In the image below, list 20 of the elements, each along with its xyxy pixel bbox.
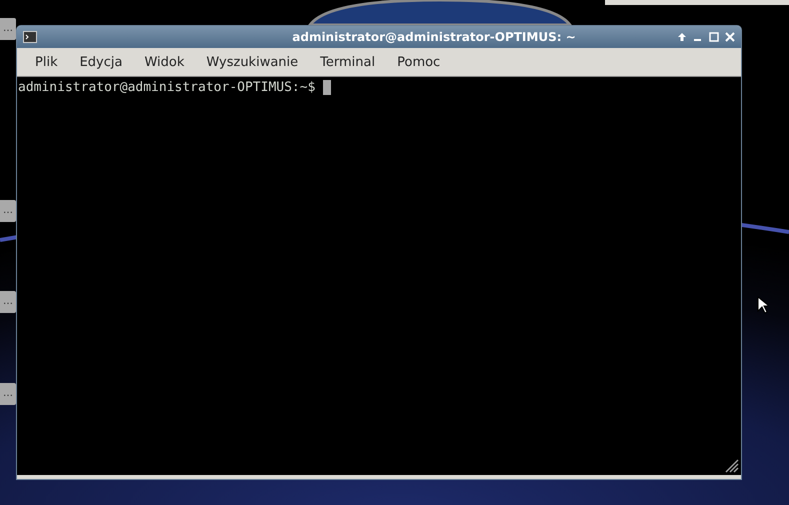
terminal-area[interactable]: administrator@administrator-OPTIMUS:~$	[17, 77, 741, 475]
side-tab[interactable]: …	[0, 383, 16, 405]
text-cursor	[323, 80, 332, 95]
menu-item[interactable]: Edycja	[72, 50, 130, 74]
menu-item[interactable]: Plik	[27, 50, 66, 74]
arrow-up-icon[interactable]	[677, 32, 687, 42]
side-tab[interactable]: …	[0, 18, 16, 40]
side-tab[interactable]: …	[0, 291, 16, 313]
side-tab[interactable]: …	[0, 200, 16, 222]
menu-item[interactable]: Terminal	[312, 50, 384, 74]
resize-grip-icon[interactable]	[724, 458, 739, 473]
prompt-text: administrator@administrator-OPTIMUS:~$	[18, 80, 316, 95]
maximize-icon[interactable]	[709, 32, 719, 42]
terminal-icon	[23, 31, 37, 43]
menu-item[interactable]: Wyszukiwanie	[198, 50, 306, 74]
close-icon[interactable]	[725, 32, 735, 42]
menu-item[interactable]: Pomoc	[389, 50, 448, 74]
mouse-pointer-icon	[757, 296, 768, 314]
window-title: administrator@administrator-OPTIMUS: ~	[291, 30, 577, 44]
menu-item[interactable]: Widok	[136, 50, 192, 74]
